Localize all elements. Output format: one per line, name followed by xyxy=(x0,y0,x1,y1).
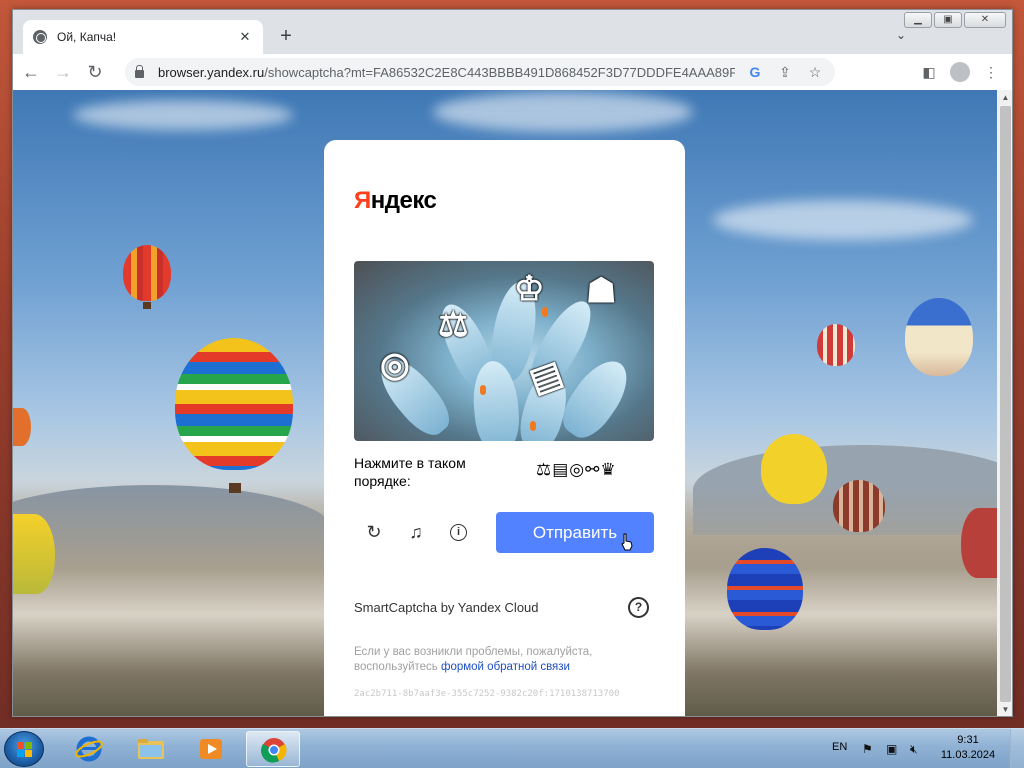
brand-text: SmartCaptcha by Yandex Cloud xyxy=(354,600,539,615)
balloon-image xyxy=(175,338,293,470)
captcha-card: Яндекс ♔ ☗ ⚖ ◎ ▤ Нажмите в таком порядке… xyxy=(324,140,685,716)
balloon-image xyxy=(833,480,885,532)
logo-text: ндекс xyxy=(370,187,437,214)
cursor-icon xyxy=(621,533,633,551)
background-cloud xyxy=(433,92,693,132)
headphones-icon[interactable]: ♫ xyxy=(404,520,428,544)
help-note: Если у вас возникли проблемы, пожалуйста… xyxy=(354,645,624,675)
captcha-token: 2ac2b711-8b7aaf3e-355c7252-9382c20f:1710… xyxy=(354,689,620,699)
menu-icon[interactable]: ⋮ xyxy=(978,58,1004,86)
help-icon[interactable]: ? xyxy=(628,597,649,618)
scroll-down-icon[interactable]: ▼ xyxy=(997,702,1012,716)
balloon-image xyxy=(727,548,803,630)
taskbar: EN ⚑ ▣ 🔇︎ 9:31 11.03.2024 xyxy=(0,728,1024,768)
balloon-image xyxy=(123,245,171,301)
globe-icon xyxy=(33,30,47,44)
balloon-image xyxy=(13,514,55,594)
window-close-button[interactable]: ✕ xyxy=(964,12,1006,28)
captcha-sequence: ⚖▤◎⚯♛ xyxy=(536,460,617,480)
balloon-image xyxy=(13,408,31,446)
taskbar-chrome[interactable] xyxy=(246,731,300,767)
info-icon[interactable]: i xyxy=(450,524,467,541)
captcha-glyph-target[interactable]: ◎ xyxy=(380,345,410,385)
captcha-instruction: Нажмите в таком порядке: xyxy=(354,455,466,489)
scroll-up-icon[interactable]: ▲ xyxy=(997,90,1012,106)
clock-time: 9:31 xyxy=(957,734,979,746)
star-icon[interactable]: ☆ xyxy=(805,64,825,81)
background-cloud xyxy=(73,100,293,130)
captcha-image[interactable]: ♔ ☗ ⚖ ◎ ▤ xyxy=(354,261,654,441)
chrome-icon xyxy=(261,738,287,763)
clock-date: 11.03.2024 xyxy=(940,749,996,761)
folder-icon xyxy=(138,739,164,759)
share-icon[interactable]: ⇪ xyxy=(775,64,795,81)
taskbar-explorer[interactable] xyxy=(124,731,178,767)
forward-icon[interactable]: → xyxy=(49,58,77,86)
background-cloud xyxy=(713,200,973,240)
internet-explorer-icon xyxy=(75,736,103,762)
balloon-image xyxy=(817,324,855,366)
captcha-glyph-scales[interactable]: ⚖ xyxy=(438,305,468,345)
maximize-button[interactable]: ▣ xyxy=(934,12,962,28)
start-button[interactable] xyxy=(4,731,44,767)
url-host: browser.yandex.ru xyxy=(158,64,265,80)
browser-window: Ой, Капча! ✕ + ⌄ ▁ ▣ ✕ ← → ↻ browser.yan… xyxy=(12,9,1013,717)
close-icon[interactable]: ✕ xyxy=(237,29,253,45)
toolbar: ← → ↻ browser.yandex.ru/showcaptcha?mt=F… xyxy=(13,54,1012,90)
media-player-icon xyxy=(200,739,222,759)
show-desktop-button[interactable] xyxy=(1010,729,1024,768)
captcha-glyph-crown[interactable]: ♔ xyxy=(514,269,544,309)
clock[interactable]: 9:31 11.03.2024 xyxy=(938,733,998,763)
window-controls: ▁ ▣ ✕ xyxy=(904,12,1006,28)
profile-icon[interactable] xyxy=(950,62,970,82)
tab-strip: Ой, Капча! ✕ + ⌄ ▁ ▣ ✕ xyxy=(13,10,1012,54)
language-indicator[interactable]: EN xyxy=(832,741,847,753)
refresh-icon[interactable]: ↻ xyxy=(362,520,386,544)
reload-icon[interactable]: ↻ xyxy=(81,58,109,86)
tab-captcha[interactable]: Ой, Капча! ✕ xyxy=(23,20,263,54)
balloon-image xyxy=(905,298,973,376)
network-icon[interactable]: ▣ xyxy=(886,742,897,756)
windows-logo-icon xyxy=(17,742,33,757)
balloon-basket xyxy=(143,302,151,309)
chevron-down-icon[interactable]: ⌄ xyxy=(896,28,906,42)
back-icon[interactable]: ← xyxy=(17,58,45,86)
yandex-logo: Яндекс xyxy=(354,187,437,215)
balloon-image xyxy=(761,434,827,504)
minimize-button[interactable]: ▁ xyxy=(904,12,932,28)
url-path: /showcaptcha?mt=FA86532C2E8C443BBBB491D8… xyxy=(264,64,735,80)
feedback-link[interactable]: формой обратной связи xyxy=(441,661,570,673)
sidepanel-icon[interactable]: ◧ xyxy=(916,58,942,86)
page-viewport: Яндекс ♔ ☗ ⚖ ◎ ▤ Нажмите в таком порядке… xyxy=(13,90,997,716)
address-bar[interactable]: browser.yandex.ru/showcaptcha?mt=FA86532… xyxy=(125,58,835,86)
volume-muted-icon[interactable]: 🔇︎ xyxy=(910,742,918,757)
logo-letter: Я xyxy=(354,187,371,214)
page-scrollbar[interactable]: ▲ ▼ xyxy=(997,90,1012,716)
captcha-glyph-shape[interactable]: ☗ xyxy=(586,271,616,311)
toolbar-actions: ◧ ⋮ xyxy=(916,58,1004,86)
flag-icon[interactable]: ⚑ xyxy=(862,742,873,756)
plus-icon[interactable]: + xyxy=(275,26,297,48)
balloon-basket xyxy=(229,483,241,493)
url-text[interactable]: browser.yandex.ru/showcaptcha?mt=FA86532… xyxy=(158,65,735,80)
taskbar-ie[interactable] xyxy=(62,731,116,767)
tab-title: Ой, Капча! xyxy=(57,30,117,44)
flower-stamen xyxy=(480,385,486,395)
scroll-thumb[interactable] xyxy=(1000,106,1011,702)
flower-stamen xyxy=(530,421,536,431)
lock-icon[interactable] xyxy=(135,65,144,78)
balloon-image xyxy=(961,508,997,578)
taskbar-media[interactable] xyxy=(184,731,238,767)
google-icon[interactable]: G xyxy=(745,64,765,80)
